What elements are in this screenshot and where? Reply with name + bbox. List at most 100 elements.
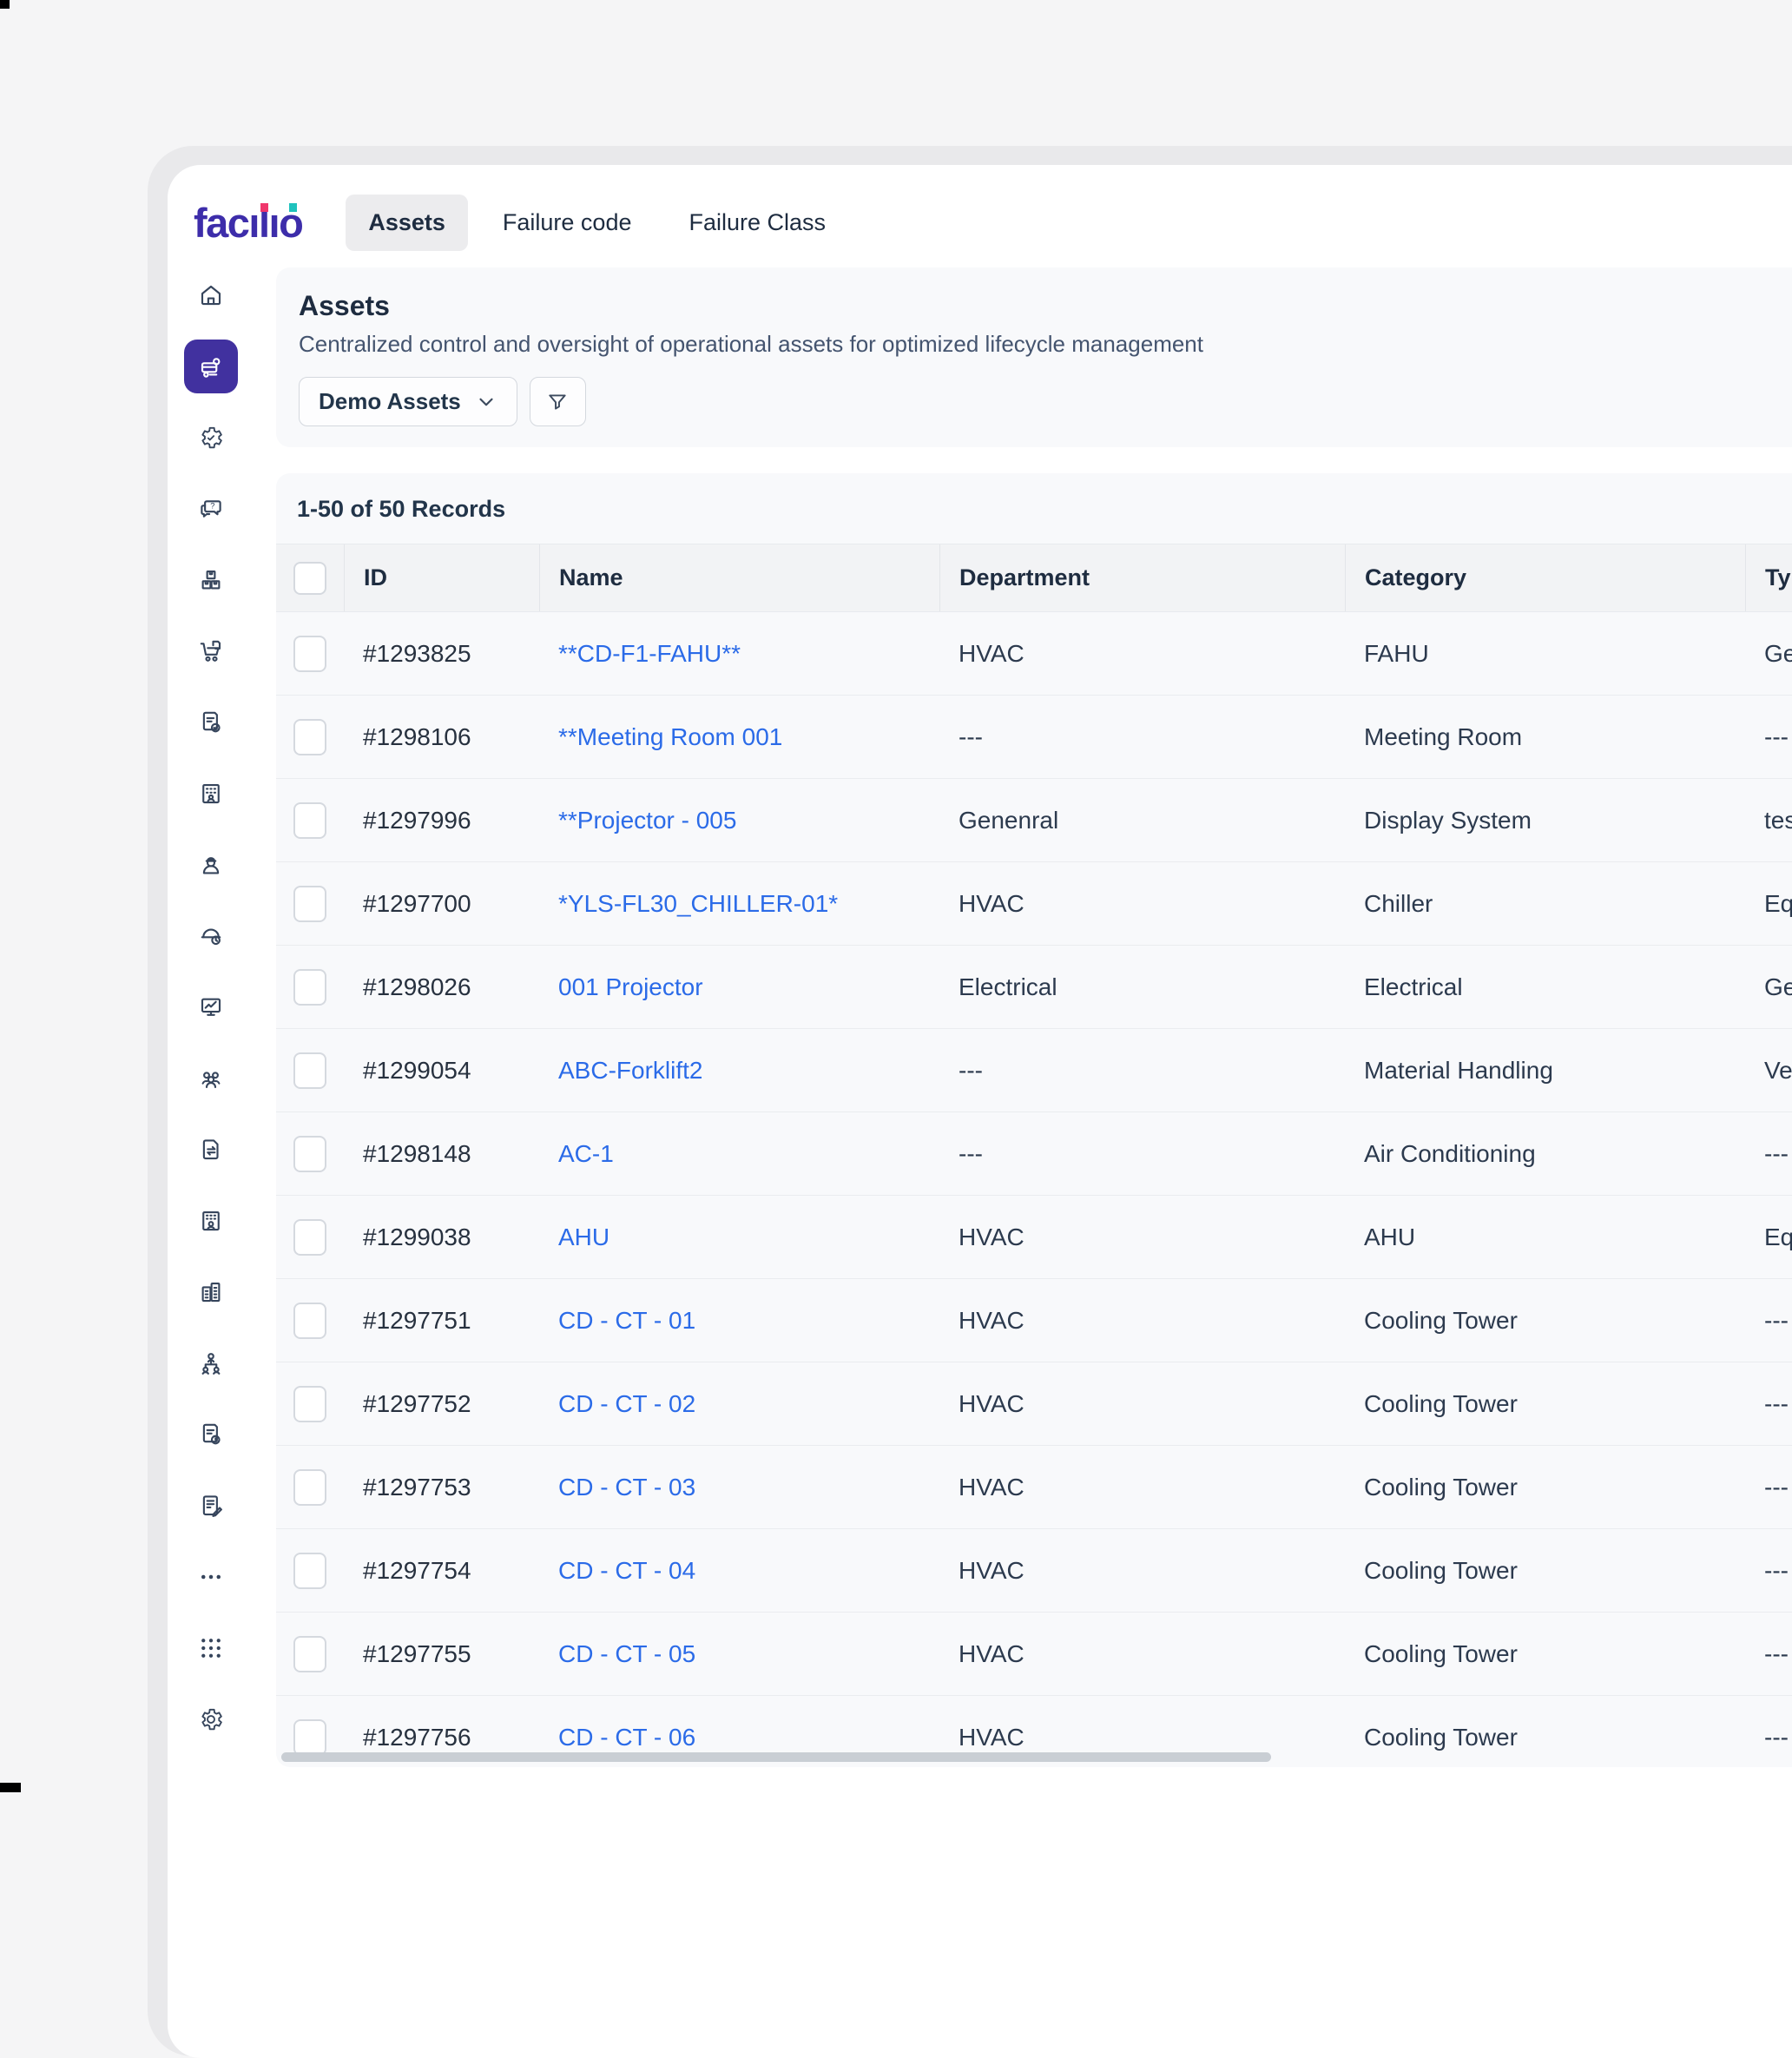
active-item-highlight (184, 340, 238, 393)
asset-name-link[interactable]: 001 Projector (558, 973, 703, 1000)
row-checkbox[interactable] (293, 1469, 326, 1506)
table-row: #1293825 **CD-F1-FAHU** HVAC FAHU Genera… (276, 612, 1792, 696)
cell-type: --- (1745, 1724, 1792, 1751)
notes-doc-pencil-icon (198, 1493, 224, 1519)
row-checkbox[interactable] (293, 1636, 326, 1672)
assets-table-card: 1-50 of 50 Records ID Name Department Ca… (276, 473, 1792, 1767)
sidebar-item-properties[interactable] (175, 1257, 247, 1328)
cell-type: General (1745, 640, 1792, 668)
row-checkbox[interactable] (293, 969, 326, 1006)
sidebar-item-approvals[interactable] (175, 687, 247, 758)
row-checkbox[interactable] (293, 1136, 326, 1172)
row-checkbox[interactable] (293, 1219, 326, 1256)
visitor-building-icon (198, 1208, 224, 1234)
sidebar-item-home[interactable] (175, 260, 247, 331)
asset-name-link[interactable]: AHU (558, 1224, 609, 1250)
sidebar-item-settings[interactable] (175, 1684, 247, 1755)
facilio-logo-text: facılıo (194, 200, 302, 246)
cell-type: --- (1745, 1640, 1792, 1668)
sidebar-item-teams[interactable] (175, 1043, 247, 1114)
row-checkbox[interactable] (293, 1719, 326, 1756)
row-checkbox[interactable] (293, 719, 326, 755)
row-checkbox[interactable] (293, 1553, 326, 1589)
cell-department: HVAC (939, 1724, 1345, 1751)
sidebar-item-notes[interactable] (175, 1470, 247, 1541)
sidebar-item-procurement[interactable] (175, 616, 247, 687)
row-checkbox[interactable] (293, 636, 326, 672)
select-all-checkbox[interactable] (293, 562, 326, 595)
cell-id: #1297755 (344, 1640, 539, 1668)
sidebar-item-help[interactable]: ? (175, 473, 247, 544)
tab-failure-code[interactable]: Failure code (480, 195, 655, 251)
table-body: #1293825 **CD-F1-FAHU** HVAC FAHU Genera… (276, 612, 1792, 1767)
asset-name-link[interactable]: *YLS-FL30_CHILLER-01* (558, 890, 838, 917)
cell-id: #1297756 (344, 1724, 539, 1751)
row-checkbox[interactable] (293, 886, 326, 922)
asset-name-link[interactable]: CD - CT - 06 (558, 1724, 695, 1751)
sidebar-item-apps[interactable] (175, 1613, 247, 1684)
sidebar-item-attendance[interactable] (175, 900, 247, 972)
row-checkbox-cell (276, 1136, 344, 1172)
cell-department: HVAC (939, 1557, 1345, 1585)
cell-id: #1297753 (344, 1474, 539, 1501)
row-checkbox-cell (276, 969, 344, 1006)
asset-name-link[interactable]: **CD-F1-FAHU** (558, 640, 741, 667)
cell-id: #1297700 (344, 890, 539, 918)
page-title: Assets (299, 290, 1792, 322)
row-checkbox[interactable] (293, 1303, 326, 1339)
sidebar-item-maintenance[interactable] (175, 402, 247, 473)
row-checkbox[interactable] (293, 1386, 326, 1422)
sidebar-item-tenants[interactable] (175, 758, 247, 829)
asset-name-link[interactable]: CD - CT - 01 (558, 1307, 695, 1334)
row-checkbox[interactable] (293, 802, 326, 839)
sidebar-item-workforce[interactable] (175, 829, 247, 900)
cell-name: **Projector - 005 (539, 807, 939, 834)
asset-name-link[interactable]: CD - CT - 05 (558, 1640, 695, 1667)
column-header-id: ID (344, 544, 539, 611)
filter-button[interactable] (530, 377, 586, 426)
home-icon (198, 282, 224, 308)
cell-category: AHU (1345, 1224, 1745, 1251)
cell-department: HVAC (939, 1307, 1345, 1335)
table-row: #1297753 CD - CT - 03 HVAC Cooling Tower… (276, 1446, 1792, 1529)
table-row: #1298106 **Meeting Room 001 --- Meeting … (276, 696, 1792, 779)
cell-id: #1299038 (344, 1224, 539, 1251)
app-window: facılıo Assets Failure code Failure Clas… (168, 165, 1792, 2058)
sidebar-item-more[interactable] (175, 1541, 247, 1613)
table-row: #1297752 CD - CT - 02 HVAC Cooling Tower… (276, 1362, 1792, 1446)
asset-name-link[interactable]: AC-1 (558, 1140, 614, 1167)
header-controls: Demo Assets (299, 377, 1792, 426)
tab-failure-class[interactable]: Failure Class (666, 195, 848, 251)
page-subtitle: Centralized control and oversight of ope… (299, 331, 1792, 358)
asset-name-link[interactable]: CD - CT - 02 (558, 1390, 695, 1417)
cell-category: Cooling Tower (1345, 1724, 1745, 1751)
reports-monitor-icon (198, 994, 224, 1020)
help-chat-icon: ? (198, 496, 224, 522)
cell-category: Electrical (1345, 973, 1745, 1001)
asset-name-link[interactable]: **Projector - 005 (558, 807, 736, 834)
sidebar-item-inventory[interactable] (175, 544, 247, 616)
table-row: #1297751 CD - CT - 01 HVAC Cooling Tower… (276, 1279, 1792, 1362)
asset-name-link[interactable]: ABC-Forklift2 (558, 1057, 702, 1084)
cell-type: --- (1745, 1140, 1792, 1168)
cell-department: Genenral (939, 807, 1345, 834)
sidebar-item-vendors[interactable] (175, 1328, 247, 1399)
tab-assets[interactable]: Assets (346, 195, 468, 251)
tenant-building-icon (198, 781, 224, 807)
asset-name-link[interactable]: CD - CT - 04 (558, 1557, 695, 1584)
sidebar-item-reports[interactable] (175, 972, 247, 1043)
sidebar: ? (168, 260, 254, 1755)
asset-name-link[interactable]: CD - CT - 03 (558, 1474, 695, 1501)
horizontal-scrollbar[interactable] (281, 1752, 1271, 1762)
sidebar-item-visitors[interactable] (175, 1185, 247, 1257)
cell-category: Meeting Room (1345, 723, 1745, 751)
asset-name-link[interactable]: **Meeting Room 001 (558, 723, 782, 750)
row-checkbox[interactable] (293, 1052, 326, 1089)
sidebar-item-schedules[interactable] (175, 1399, 247, 1470)
cell-department: HVAC (939, 1474, 1345, 1501)
sidebar-item-transfers[interactable] (175, 1114, 247, 1185)
sidebar-item-assets[interactable] (175, 331, 247, 402)
view-selector-button[interactable]: Demo Assets (299, 377, 517, 426)
workforce-hardhat-icon (198, 852, 224, 878)
cell-type: Equipment (1745, 890, 1792, 918)
